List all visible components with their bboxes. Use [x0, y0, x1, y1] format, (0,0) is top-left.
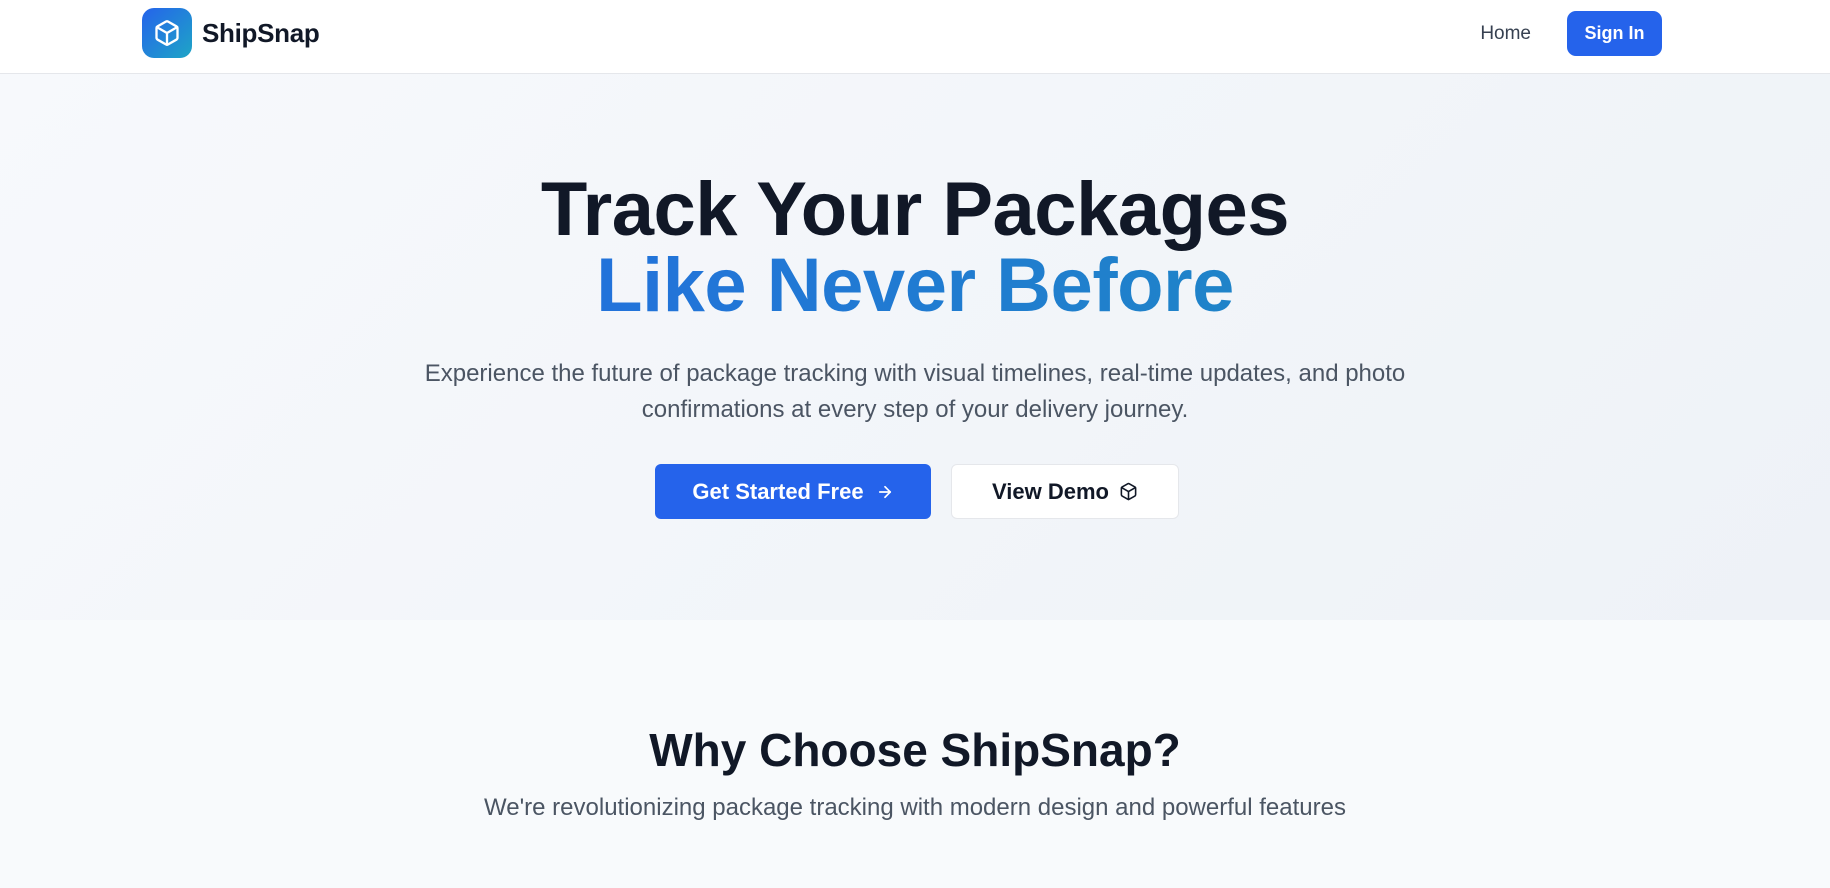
hero-title-accent: Like Never Before [0, 248, 1830, 324]
brand[interactable]: ShipSnap [142, 8, 320, 58]
features-section: Why Choose ShipSnap? We're revolutionizi… [0, 620, 1830, 888]
arrow-right-icon [878, 485, 891, 498]
get-started-label: Get Started Free [692, 478, 864, 504]
sign-in-button[interactable]: Sign In [1567, 11, 1662, 56]
features-subtitle: We're revolutionizing package tracking w… [484, 794, 1346, 821]
hero-subtitle: Experience the future of package trackin… [424, 360, 1406, 423]
brand-logo [142, 8, 192, 58]
view-demo-button[interactable]: View Demo [951, 464, 1179, 519]
features-title: Why Choose ShipSnap? [649, 724, 1181, 776]
brand-name: ShipSnap [202, 17, 320, 48]
package-icon [1120, 482, 1137, 501]
hero-section: Track Your Packages Like Never Before Ex… [0, 74, 1830, 620]
hero-actions: Get Started Free View Demo [0, 464, 1830, 519]
package-icon [155, 20, 179, 46]
main-nav: Home Sign In [1480, 11, 1662, 56]
view-demo-label: View Demo [992, 478, 1109, 504]
hero-title: Track Your Packages [540, 167, 1290, 252]
get-started-button[interactable]: Get Started Free [655, 464, 931, 519]
site-header: ShipSnap Home Sign In [0, 0, 1830, 74]
nav-home-link[interactable]: Home [1480, 23, 1531, 45]
